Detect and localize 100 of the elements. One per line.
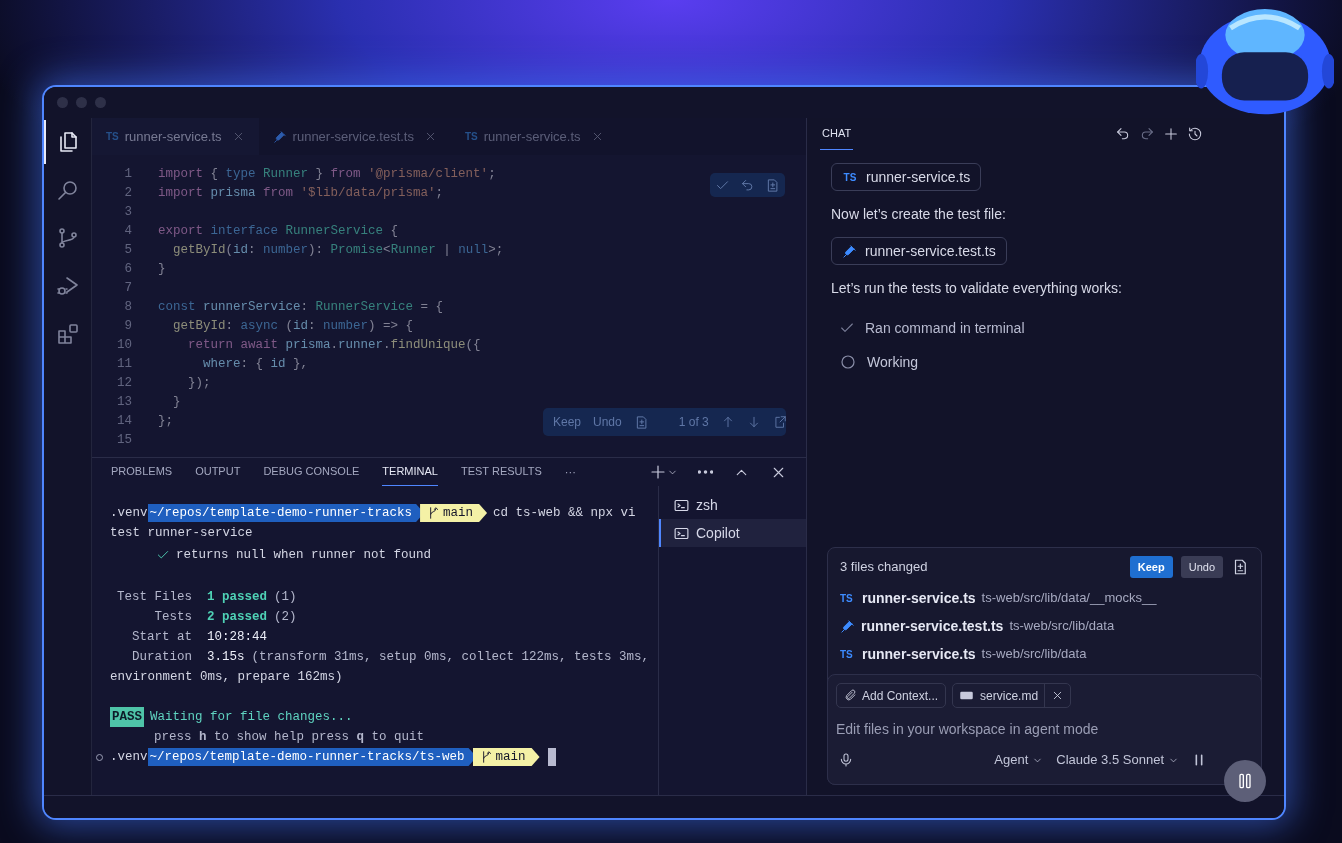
file-path: ts-web/src/lib/data — [1009, 617, 1115, 636]
line-number: 6 — [123, 261, 132, 278]
terminal-command: cd ts-web && npx vi — [493, 505, 636, 522]
changes-title: 3 files changed — [840, 558, 928, 577]
line-number: 4 — [123, 223, 132, 240]
plus-icon — [649, 463, 667, 481]
line-number: 1 — [123, 166, 132, 183]
summary-value: 2 passed — [207, 609, 267, 626]
line-number: 2 — [123, 185, 132, 202]
editor-tab[interactable]: TS runner-service.ts — [92, 118, 259, 155]
summary-label: Tests — [153, 609, 192, 626]
diff-button[interactable] — [765, 177, 780, 193]
file-type-icon: TS — [842, 169, 858, 185]
code-line: }); — [187, 375, 211, 392]
line-number: 9 — [123, 318, 132, 335]
summary-value: 1 passed — [207, 589, 267, 606]
file-type-icon: TS — [464, 129, 478, 144]
more-tabs-button[interactable]: ··· — [564, 458, 576, 486]
code-line: const runnerService: RunnerService = { — [158, 299, 444, 316]
file-path: ts-web/src/lib/data — [981, 645, 1087, 664]
summary-label: Duration — [131, 649, 192, 666]
file-path: ts-web/src/lib/data/__mocks__ — [981, 589, 1157, 608]
add-context-button[interactable]: Add Context... — [836, 683, 947, 708]
chat-message: Now let’s create the test file: — [831, 205, 1006, 224]
file-type-icon: TS — [840, 646, 856, 662]
code-line: }; — [158, 413, 173, 430]
line-number: 10 — [116, 337, 132, 354]
chat-tab[interactable]: CHAT — [820, 118, 854, 150]
prompt-env: .venv — [110, 505, 148, 522]
step-label: Ran command in terminal — [865, 318, 1025, 338]
file-reference[interactable]: TS runner-service.ts — [831, 163, 982, 191]
file-name: runner-service.test.ts — [861, 616, 1004, 636]
redo-button[interactable] — [1139, 126, 1155, 142]
line-number: 15 — [116, 432, 132, 449]
line-number: 3 — [123, 204, 132, 221]
code-line: getById(id: number): Promise<Runner | null>; — [172, 242, 504, 259]
new-terminal-button[interactable] — [649, 463, 678, 481]
panel-tab[interactable]: DEBUG CONSOLE — [263, 458, 360, 486]
file-type-icon: TS — [106, 129, 119, 144]
branch-name: main — [443, 505, 474, 522]
mode-picker[interactable]: Agent — [994, 750, 1044, 770]
code-line: return await prisma.runner.findUnique({ — [187, 337, 481, 354]
line-number: 13 — [116, 394, 132, 411]
file-reference[interactable]: runner-service.test.ts — [831, 237, 1007, 265]
panel-tab[interactable]: PROBLEMS — [111, 458, 173, 486]
changed-file[interactable]: TS runner-service.ts ts-web/src/lib/data — [828, 640, 1261, 668]
summary-value: 3.15s — [207, 649, 245, 666]
run-debug-icon[interactable] — [55, 274, 80, 298]
panel-menu-button[interactable] — [698, 470, 713, 474]
panel-tab[interactable]: OUTPUT — [195, 458, 241, 486]
changed-file[interactable]: runner-service.test.ts ts-web/src/lib/data — [828, 612, 1261, 640]
search-icon[interactable] — [55, 178, 80, 202]
code-line: getById: async (id: number) => { — [172, 318, 414, 335]
file-name: runner-service.ts — [862, 588, 976, 608]
step-label: Working — [867, 352, 919, 372]
test-result: returns null when runner not found — [176, 547, 432, 564]
panel-tab[interactable]: TERMINAL — [382, 458, 438, 486]
terminal-line: environment 0ms, prepare 162ms) — [110, 669, 344, 686]
code-line: export interface RunnerService { — [158, 223, 399, 240]
file-type-icon: TS — [840, 590, 856, 606]
redo-icon — [1139, 126, 1155, 142]
new-chat-button[interactable] — [1163, 126, 1179, 142]
check-icon — [156, 548, 170, 562]
terminal-session[interactable]: Copilot — [659, 519, 806, 547]
panel-tab[interactable]: TEST RESULTS — [460, 458, 542, 486]
summary-detail: (2) — [274, 609, 297, 626]
terminal-session[interactable]: zsh — [659, 491, 806, 519]
voice-button[interactable] — [838, 752, 854, 768]
undo-icon — [740, 177, 755, 193]
summary-detail: (1) — [274, 589, 297, 606]
model-picker[interactable]: Claude 3.5 Sonnet — [1056, 750, 1179, 770]
file-name: runner-service.ts — [862, 644, 976, 664]
undo-button[interactable] — [1115, 126, 1131, 142]
active-indicator — [44, 120, 46, 164]
history-icon — [1187, 126, 1203, 142]
paperclip-icon — [844, 689, 857, 702]
line-number: 12 — [116, 375, 132, 392]
undo-button[interactable]: Undo — [1180, 556, 1223, 578]
extensions-icon[interactable] — [55, 322, 80, 346]
undo-icon — [1115, 126, 1131, 142]
plus-icon — [1163, 126, 1179, 142]
line-number: 14 — [116, 413, 132, 430]
keep-button[interactable]: Keep — [1129, 556, 1173, 578]
chat-input-field[interactable]: Edit files in your workspace in agent mode — [836, 716, 1253, 742]
summary-label: Test Files — [116, 589, 192, 606]
summary-value: 10:28:44 — [207, 629, 267, 646]
history-button[interactable] — [1187, 126, 1203, 142]
changed-file[interactable]: TS runner-service.ts ts-web/src/lib/data/__mocks__ — [828, 584, 1261, 612]
context-file: service.md — [979, 687, 1040, 705]
line-number: 7 — [123, 280, 132, 297]
line-number: 8 — [123, 299, 132, 316]
open-button[interactable] — [772, 415, 787, 429]
chat-message: Let’s run the tests to validate everything works: — [831, 279, 1122, 298]
status-message: Waiting for file changes... — [150, 709, 353, 726]
file-diff-icon — [765, 177, 780, 193]
terminal-line: test runner-service — [110, 525, 254, 542]
code-line: } — [172, 394, 181, 411]
more-icon — [698, 470, 713, 474]
prompt-env: .venv — [110, 749, 148, 766]
line-number: 11 — [116, 356, 132, 373]
